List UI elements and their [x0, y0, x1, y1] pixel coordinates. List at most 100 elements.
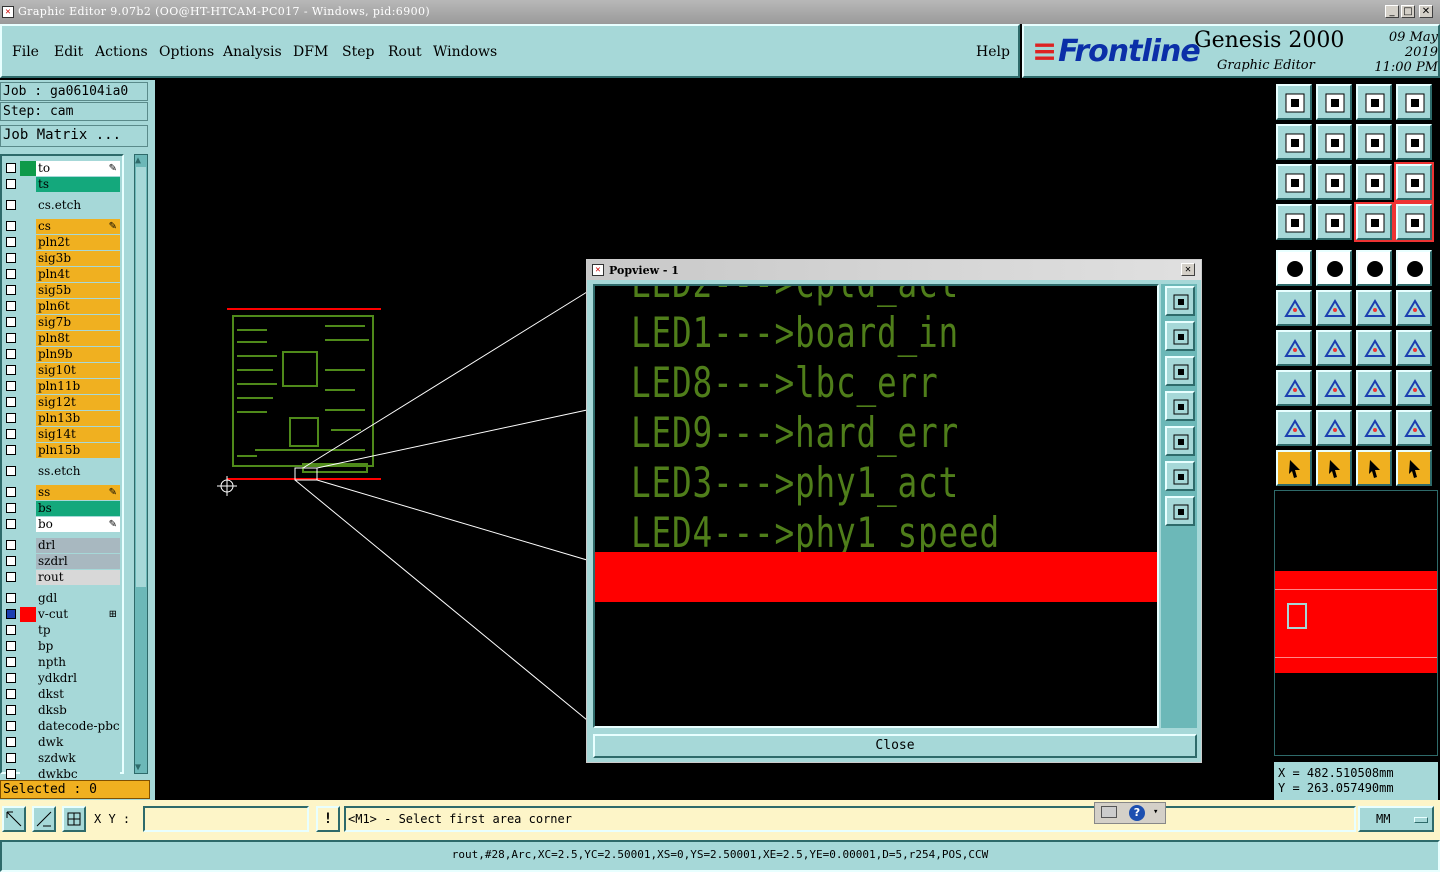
key-icon[interactable]: [1316, 204, 1352, 240]
layer-row[interactable]: gdl: [4, 591, 120, 606]
maximize-button[interactable]: □: [1401, 5, 1415, 18]
zoom-out-icon[interactable]: [1356, 84, 1392, 120]
layer-name[interactable]: dkst: [36, 687, 120, 702]
layer-row[interactable]: cs.etch: [4, 198, 120, 213]
layer-row[interactable]: sig10t: [4, 363, 120, 378]
layer-name[interactable]: sig7b: [36, 315, 120, 330]
layer-name[interactable]: szdrl: [36, 554, 120, 569]
zoom-home-icon[interactable]: [1165, 286, 1195, 316]
layer-checkbox[interactable]: [6, 253, 16, 263]
line-mode-icon[interactable]: [1316, 250, 1352, 286]
pan-right-icon[interactable]: [1316, 124, 1352, 160]
layer-name[interactable]: drl: [36, 538, 120, 553]
pan-right-icon[interactable]: [1165, 426, 1195, 456]
layer-color-swatch[interactable]: [20, 331, 36, 346]
layer-row[interactable]: datecode-pbc: [4, 719, 120, 734]
layer-color-swatch[interactable]: [20, 161, 36, 176]
arc-icon[interactable]: [1356, 330, 1392, 366]
layer-row[interactable]: v-cut ⊞: [4, 607, 120, 622]
layer-name[interactable]: to ✎: [36, 161, 120, 176]
layer-row[interactable]: dksb: [4, 703, 120, 718]
layer-checkbox[interactable]: [6, 753, 16, 763]
layer-row[interactable]: cs ✎: [4, 219, 120, 234]
layer-name[interactable]: pln9b: [36, 347, 120, 362]
help-icon[interactable]: ?: [1129, 805, 1145, 821]
layer-checkbox[interactable]: [6, 487, 16, 497]
tray-menu-icon[interactable]: ▾: [1153, 807, 1158, 817]
overview-map[interactable]: [1274, 490, 1438, 756]
layer-color-swatch[interactable]: [20, 177, 36, 192]
select-box-icon[interactable]: [1316, 450, 1352, 486]
layer-name[interactable]: sig14t: [36, 427, 120, 442]
layer-color-swatch[interactable]: [20, 347, 36, 362]
layer-checkbox[interactable]: [6, 540, 16, 550]
layer-row[interactable]: bo ✎: [4, 517, 120, 532]
layer-checkbox[interactable]: [6, 269, 16, 279]
layer-checkbox[interactable]: [6, 200, 16, 210]
menu-windows[interactable]: Windows: [433, 44, 497, 60]
pan-center-icon[interactable]: [1356, 124, 1392, 160]
layer-color-swatch[interactable]: [20, 363, 36, 378]
measure-icon[interactable]: [2, 806, 26, 832]
layer-name[interactable]: bs: [36, 501, 120, 516]
zoom-in-icon[interactable]: [1165, 321, 1195, 351]
layer-row[interactable]: drl: [4, 538, 120, 553]
layer-row[interactable]: sig14t: [4, 427, 120, 442]
angle-icon[interactable]: [1276, 330, 1312, 366]
layer-row[interactable]: sig7b: [4, 315, 120, 330]
layer-row[interactable]: sig5b: [4, 283, 120, 298]
layer-color-swatch[interactable]: [20, 299, 36, 314]
layer-color-swatch[interactable]: [20, 464, 36, 479]
layer-color-swatch[interactable]: [20, 501, 36, 516]
layer-list-scrollbar[interactable]: ▲ ▼: [134, 154, 148, 774]
layer-color-swatch[interactable]: [20, 591, 36, 606]
layer-row[interactable]: tp: [4, 623, 120, 638]
layer-row[interactable]: ydkdrl: [4, 671, 120, 686]
layer-color-swatch[interactable]: [20, 751, 36, 766]
layer-row[interactable]: pln2t: [4, 235, 120, 250]
layer-checkbox[interactable]: [6, 163, 16, 173]
layer-row[interactable]: szdrl: [4, 554, 120, 569]
layer-row[interactable]: to ✎: [4, 161, 120, 176]
layer-checkbox[interactable]: [6, 179, 16, 189]
close-window-button[interactable]: ✕: [1419, 5, 1433, 18]
layer-checkbox[interactable]: [6, 429, 16, 439]
scroll-down-icon[interactable]: ▼: [135, 762, 141, 773]
popview-close-button[interactable]: Close: [593, 734, 1197, 758]
units-dropdown-icon[interactable]: [1414, 817, 1428, 823]
layer-color-swatch[interactable]: [20, 235, 36, 250]
layer-name[interactable]: pln4t: [36, 267, 120, 282]
line-pad-alt-icon[interactable]: [1396, 290, 1432, 326]
net-compare-icon[interactable]: [1394, 202, 1434, 242]
pan-left-icon[interactable]: [1165, 391, 1195, 421]
layer-color-swatch[interactable]: [20, 485, 36, 500]
cross-icon[interactable]: [1316, 290, 1352, 326]
ruler-icon[interactable]: [1356, 250, 1392, 286]
layer-checkbox[interactable]: [6, 689, 16, 699]
layer-color-swatch[interactable]: [20, 315, 36, 330]
layer-checkbox[interactable]: [6, 769, 16, 779]
layer-color-swatch[interactable]: [20, 735, 36, 750]
alert-icon[interactable]: !: [316, 806, 340, 832]
layer-name[interactable]: datecode-pbc: [36, 719, 120, 734]
layer-row[interactable]: bs: [4, 501, 120, 516]
scroll-up-icon[interactable]: ▲: [135, 155, 141, 166]
zoom-home-icon[interactable]: [1276, 84, 1312, 120]
units-selector[interactable]: MM: [1358, 806, 1434, 832]
layer-row[interactable]: rout: [4, 570, 120, 585]
layer-checkbox[interactable]: [6, 593, 16, 603]
layer-checkbox[interactable]: [6, 519, 16, 529]
layer-row[interactable]: ts: [4, 177, 120, 192]
minimize-button[interactable]: _: [1385, 5, 1399, 18]
layer-checkbox[interactable]: [6, 641, 16, 651]
layer-row[interactable]: szdwk: [4, 751, 120, 766]
layer-name[interactable]: pln6t: [36, 299, 120, 314]
select-icon[interactable]: [1276, 450, 1312, 486]
layer-color-swatch[interactable]: [20, 554, 36, 569]
menu-edit[interactable]: Edit: [54, 44, 83, 60]
layer-row[interactable]: pln8t: [4, 331, 120, 346]
snap-settings-icon[interactable]: [1276, 204, 1312, 240]
layer-name[interactable]: sig5b: [36, 283, 120, 298]
scrollbar-thumb[interactable]: [136, 167, 146, 587]
menu-analysis[interactable]: Analysis: [223, 44, 282, 60]
